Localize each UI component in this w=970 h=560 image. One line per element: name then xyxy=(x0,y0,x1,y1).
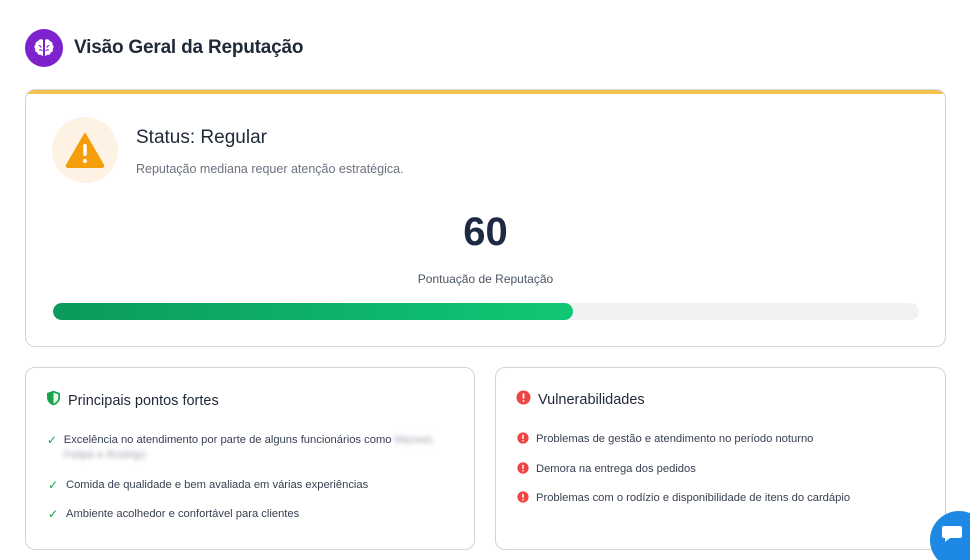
check-icon: ✓ xyxy=(47,478,59,492)
check-icon: ✓ xyxy=(47,507,59,521)
reputation-progress-bar xyxy=(53,303,919,320)
vulnerability-item: Problemas com o rodízio e disponibilidad… xyxy=(516,491,850,506)
strengths-panel: Principais pontos fortes ✓ Excelência no… xyxy=(25,367,475,550)
reputation-score-label: Pontuação de Reputação xyxy=(417,272,554,286)
vulnerability-item: Demora na entrega dos pedidos xyxy=(516,462,696,477)
strengths-title: Principais pontos fortes xyxy=(68,392,219,409)
strength-item-text: Excelência no atendimento por parte de a… xyxy=(63,434,392,446)
strength-item-text: Comida de qualidade e bem avaliada em vá… xyxy=(66,479,369,491)
reputation-status-card: Status: Regular Reputação mediana requer… xyxy=(25,89,946,347)
vulnerability-item: Problemas de gestão e atendimento no per… xyxy=(516,432,813,447)
status-title: Status: Regular xyxy=(136,127,267,148)
vulnerability-item-text: Demora na entrega dos pedidos xyxy=(536,463,696,475)
strength-item: ✓ Excelência no atendimento por parte de… xyxy=(46,433,446,463)
status-accent-bar xyxy=(26,90,945,94)
warning-icon xyxy=(52,117,118,183)
chat-icon xyxy=(941,524,963,549)
alert-circle-icon xyxy=(516,462,530,474)
strength-item: ✓ Comida de qualidade e bem avaliada em … xyxy=(46,478,368,493)
strengths-header: Principais pontos fortes xyxy=(46,390,219,411)
strength-item: ✓ Ambiente acolhedor e confortável para … xyxy=(46,507,299,522)
check-icon: ✓ xyxy=(46,433,57,447)
brain-icon xyxy=(25,29,63,67)
vulnerability-item-text: Problemas com o rodízio e disponibilidad… xyxy=(536,492,851,504)
status-description: Reputação mediana requer atenção estraté… xyxy=(136,162,404,176)
alert-circle-icon xyxy=(516,390,531,410)
page-header: Visão Geral da Reputação xyxy=(25,29,303,67)
shield-icon xyxy=(46,390,61,411)
page-title: Visão Geral da Reputação xyxy=(74,37,304,58)
strength-item-text: Ambiente acolhedor e confortável para cl… xyxy=(66,508,300,520)
vulnerabilities-title: Vulnerabilidades xyxy=(538,392,645,408)
vulnerabilities-header: Vulnerabilidades xyxy=(516,390,645,410)
alert-circle-icon xyxy=(516,432,530,444)
reputation-progress-fill xyxy=(53,303,573,320)
vulnerability-item-text: Problemas de gestão e atendimento no per… xyxy=(536,433,814,445)
alert-circle-icon xyxy=(516,491,530,503)
reputation-score: 60 xyxy=(463,210,508,254)
vulnerabilities-panel: Vulnerabilidades Problemas de gestão e a… xyxy=(495,367,946,550)
